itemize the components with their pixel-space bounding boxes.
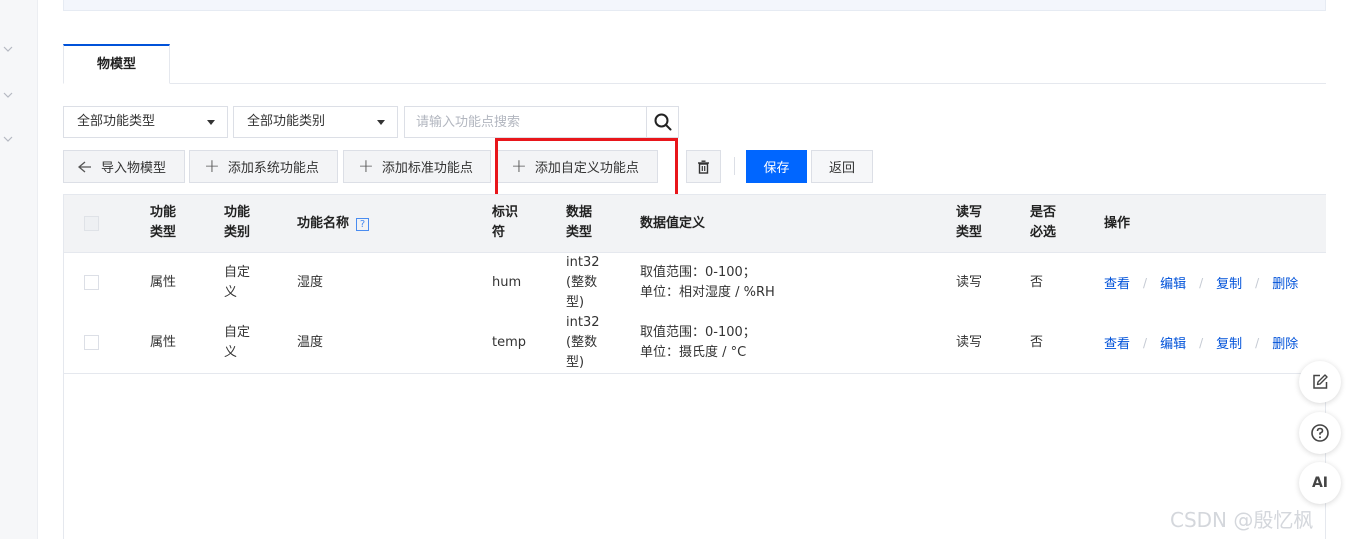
row-actions: 查看 / 编辑 / 复制 / 删除 [1104, 333, 1298, 353]
save-button[interactable]: 保存 [746, 150, 807, 183]
save-label: 保存 [763, 161, 790, 176]
view-link[interactable]: 查看 [1104, 333, 1130, 352]
highlight-box [495, 138, 678, 200]
cell-function-category: 自定义 [224, 325, 251, 360]
ai-assistant-label: AI [1311, 475, 1329, 491]
function-type-select[interactable]: 全部功能类型 [63, 106, 228, 138]
header-identifier: 标识符 [492, 205, 519, 240]
cell-rw-type: 读写 [956, 275, 983, 290]
search-button[interactable] [646, 106, 679, 138]
function-type-select-value: 全部功能类型 [77, 114, 156, 129]
chevron-down-icon[interactable] [3, 134, 13, 144]
header-function-category: 功能 类别 [224, 205, 251, 240]
search-input[interactable] [404, 106, 647, 138]
select-all-checkbox[interactable] [84, 216, 99, 231]
function-category-select-value: 全部功能类别 [247, 114, 326, 129]
watermark: CSDN @殷忆枫 [1170, 508, 1314, 532]
cell-data-definition: 取值范围：0-100； 单位：摄氏度 / °C [640, 325, 756, 360]
cell-required: 否 [1030, 275, 1044, 290]
table-row: 属性 自定义 湿度 hum int32 (整数 型) 取值范围：0-100； 单位：相… [64, 253, 1326, 314]
add-system-function-button[interactable]: + 添加系统功能点 [189, 150, 338, 183]
import-model-label: 导入物模型 [101, 161, 167, 176]
copy-link[interactable]: 复制 [1216, 333, 1242, 352]
back-button[interactable]: 返回 [811, 150, 873, 183]
add-standard-function-button[interactable]: + 添加标准功能点 [343, 150, 491, 183]
header-data-type: 数据 类型 [566, 205, 593, 240]
delete-link[interactable]: 删除 [1272, 273, 1298, 292]
table-row: 属性 自定义 温度 temp int32 (整数 型) 取值范围：0-100； 单位：… [64, 313, 1326, 374]
cell-identifier: temp [492, 335, 527, 350]
row-checkbox[interactable] [84, 275, 99, 290]
edit-link[interactable]: 编辑 [1160, 333, 1186, 352]
import-model-button[interactable]: 导入物模型 [63, 150, 185, 183]
chevron-down-icon[interactable] [3, 44, 13, 54]
function-category-select[interactable]: 全部功能类别 [233, 106, 398, 138]
import-icon [78, 161, 92, 173]
row-actions: 查看 / 编辑 / 复制 / 删除 [1104, 273, 1298, 293]
trash-icon [698, 160, 709, 174]
search-icon [654, 113, 671, 131]
edit-link[interactable]: 编辑 [1160, 273, 1186, 292]
cell-required: 否 [1030, 335, 1044, 350]
chevron-down-icon[interactable] [3, 90, 13, 100]
cell-data-type: int32 (整数 型) [566, 255, 600, 310]
plus-icon: + [204, 155, 220, 177]
cell-function-category: 自定义 [224, 265, 251, 300]
plus-icon: + [358, 155, 374, 177]
delete-button[interactable] [686, 150, 721, 183]
action-separator: / [1255, 275, 1260, 290]
add-system-function-label: 添加系统功能点 [227, 161, 319, 176]
toolbar-divider [734, 157, 735, 175]
info-panel [63, 0, 1326, 11]
add-standard-function-label: 添加标准功能点 [381, 161, 473, 176]
header-function-name: 功能名称? [297, 214, 370, 234]
ai-assistant-button[interactable]: AI [1299, 462, 1341, 504]
tab-bar: 物模型 [63, 44, 1326, 84]
back-label: 返回 [828, 161, 855, 176]
header-rw-type: 读写 类型 [956, 205, 983, 240]
left-sidebar [0, 0, 38, 539]
function-table: 功能 类型 功能 类别 功能名称? 标识符 数据 类型 数据值定义 读写 类型 是否 必选… [63, 194, 1326, 539]
header-data-definition: 数据值定义 [640, 216, 706, 231]
row-checkbox[interactable] [84, 335, 99, 350]
caret-down-icon [377, 120, 385, 125]
help-circle-icon [1311, 424, 1329, 442]
action-separator: / [1199, 335, 1204, 350]
cell-rw-type: 读写 [956, 335, 983, 350]
cell-function-type: 属性 [150, 275, 177, 290]
cell-function-type: 属性 [150, 335, 177, 350]
caret-down-icon [207, 120, 215, 125]
tab-thing-model[interactable]: 物模型 [63, 44, 170, 84]
header-actions: 操作 [1104, 216, 1131, 231]
help-button[interactable] [1299, 412, 1341, 454]
action-separator: / [1143, 335, 1148, 350]
copy-link[interactable]: 复制 [1216, 273, 1242, 292]
cell-data-type: int32 (整数 型) [566, 315, 600, 370]
edit-icon [1313, 374, 1328, 389]
view-link[interactable]: 查看 [1104, 273, 1130, 292]
cell-identifier: hum [492, 275, 522, 290]
feedback-edit-button[interactable] [1299, 361, 1341, 403]
cell-function-name: 湿度 [297, 275, 324, 290]
cell-data-definition: 取值范围：0-100； 单位：相对湿度 / %RH [640, 265, 775, 300]
header-function-type: 功能 类型 [150, 205, 177, 240]
action-separator: / [1199, 275, 1204, 290]
delete-link[interactable]: 删除 [1272, 333, 1298, 352]
header-required: 是否 必选 [1030, 205, 1057, 240]
table-header: 功能 类型 功能 类别 功能名称? 标识符 数据 类型 数据值定义 读写 类型 是否 必选… [64, 194, 1326, 253]
action-separator: / [1143, 275, 1148, 290]
cell-function-name: 温度 [297, 335, 324, 350]
action-separator: / [1255, 335, 1260, 350]
help-icon[interactable]: ? [356, 218, 370, 231]
